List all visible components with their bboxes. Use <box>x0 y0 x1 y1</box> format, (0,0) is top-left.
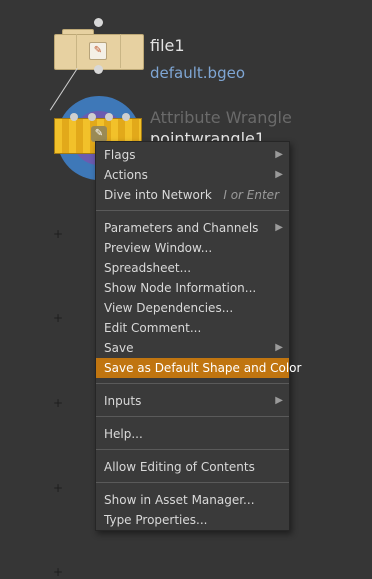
menu-item-label: Edit Comment... <box>104 321 202 335</box>
file-node-output-connector[interactable] <box>94 65 103 74</box>
menu-separator <box>96 416 289 417</box>
menu-separator <box>96 383 289 384</box>
wrangle-input-connector[interactable] <box>105 113 113 121</box>
file-node[interactable]: ✎ <box>54 24 144 84</box>
wrangle-input-connector[interactable] <box>70 113 78 121</box>
file-node-filename: default.bgeo <box>150 64 245 82</box>
menu-item-label: Actions <box>104 168 148 182</box>
menu-item-label: Preview Window... <box>104 241 213 255</box>
grid-marker: + <box>53 565 64 579</box>
menu-separator <box>96 449 289 450</box>
menu-item-show-node-information[interactable]: Show Node Information... <box>96 278 289 298</box>
menu-item-label: Show Node Information... <box>104 281 257 295</box>
menu-item-allow-editing-of-contents[interactable]: Allow Editing of Contents <box>96 457 289 477</box>
menu-separator <box>96 210 289 211</box>
submenu-arrow-icon: ▶ <box>275 342 283 353</box>
menu-separator <box>96 482 289 483</box>
menu-item-view-dependencies[interactable]: View Dependencies... <box>96 298 289 318</box>
menu-item-label: View Dependencies... <box>104 301 234 315</box>
submenu-arrow-icon: ▶ <box>275 395 283 406</box>
menu-item-label: Spreadsheet... <box>104 261 192 275</box>
wrangle-input-connector[interactable] <box>88 113 96 121</box>
menu-item-save[interactable]: Save ▶ <box>96 338 289 358</box>
file-node-name[interactable]: file1 <box>150 36 185 55</box>
menu-item-flags[interactable]: Flags ▶ <box>96 145 289 165</box>
node-context-menu: Flags ▶ Actions ▶ Dive into Network I or… <box>95 141 301 531</box>
menu-item-show-in-asset-manager[interactable]: Show in Asset Manager... <box>96 490 289 510</box>
menu-item-label: Show in Asset Manager... <box>104 493 255 507</box>
menu-item-label: Help... <box>104 427 143 441</box>
submenu-arrow-icon: ▶ <box>275 222 283 233</box>
menu-item-type-properties[interactable]: Type Properties... <box>96 510 289 530</box>
menu-item-dive-into-network[interactable]: Dive into Network I or Enter <box>96 185 289 205</box>
wrangle-input-connector[interactable] <box>122 113 130 121</box>
menu-item-save-as-default-shape-and-color[interactable]: Save as Default Shape and Color <box>96 358 301 378</box>
folder-seam <box>120 34 121 68</box>
menu-item-label: Type Properties... <box>104 513 208 527</box>
submenu-arrow-icon: ▶ <box>275 149 283 160</box>
menu-item-label: Save <box>104 341 134 355</box>
grid-marker: + <box>53 227 64 241</box>
menu-item-inputs[interactable]: Inputs ▶ <box>96 391 289 411</box>
wrangle-node-type-label: Attribute Wrangle <box>150 108 292 127</box>
menu-item-help[interactable]: Help... <box>96 424 289 444</box>
menu-item-label: Inputs <box>104 394 142 408</box>
menu-item-preview-window[interactable]: Preview Window... <box>96 238 289 258</box>
menu-item-parameters-and-channels[interactable]: Parameters and Channels ▶ <box>96 218 289 238</box>
file-icon: ✎ <box>89 42 107 60</box>
menu-item-actions[interactable]: Actions ▶ <box>96 165 289 185</box>
menu-item-spreadsheet[interactable]: Spreadsheet... <box>96 258 289 278</box>
menu-item-label: Save as Default Shape and Color <box>104 361 302 375</box>
submenu-arrow-icon: ▶ <box>275 169 283 180</box>
menu-item-shortcut: I or Enter <box>223 188 279 202</box>
menu-item-edit-comment[interactable]: Edit Comment... <box>96 318 289 338</box>
menu-item-label: Allow Editing of Contents <box>104 460 255 474</box>
grid-marker: + <box>53 311 64 325</box>
menu-item-label: Dive into Network <box>104 188 212 202</box>
grid-marker: + <box>53 396 64 410</box>
menu-item-label: Flags <box>104 148 136 162</box>
wrangle-icon: ✎ <box>91 126 107 142</box>
grid-marker: + <box>53 481 64 495</box>
menu-item-label: Parameters and Channels <box>104 221 259 235</box>
folder-seam <box>76 34 77 68</box>
